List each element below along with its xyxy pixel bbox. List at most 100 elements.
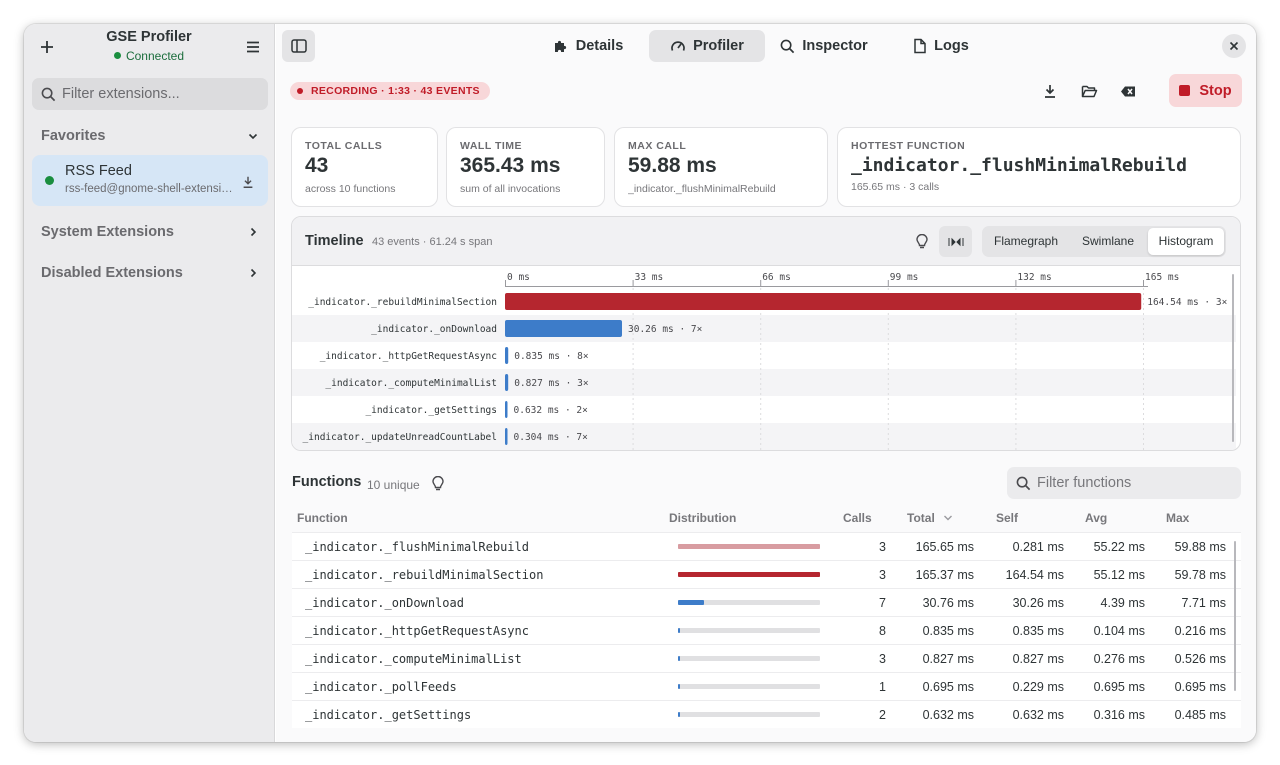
- calls-cell: 3: [879, 540, 886, 554]
- tab-profiler[interactable]: Profiler: [649, 30, 765, 62]
- x-tick-label: 33 ms: [635, 272, 664, 283]
- table-row[interactable]: _indicator._httpGetRequestAsync 8 0.835 ms…: [292, 616, 1241, 644]
- favorites-label: Favorites: [41, 128, 106, 144]
- card-label: HOTTEST FUNCTION: [851, 140, 966, 152]
- table-row[interactable]: _indicator._rebuildMinimalSection 3 165.37…: [292, 560, 1241, 588]
- card-label: MAX CALL: [628, 140, 687, 152]
- table-row[interactable]: _indicator._computeMinimalList 3 0.827 ms 0…: [292, 644, 1241, 672]
- self-cell: 0.835 ms: [1012, 624, 1064, 638]
- distribution-fill: [678, 544, 820, 549]
- app-title: GSE Profiler: [106, 29, 192, 45]
- clear-icon[interactable]: [1116, 79, 1140, 103]
- distribution-bar: [678, 628, 820, 633]
- favorites-section-header[interactable]: Favorites: [32, 121, 268, 151]
- status-text: Connected: [125, 49, 185, 63]
- functions-title: Functions: [292, 474, 362, 490]
- mode-histogram[interactable]: Histogram: [1148, 228, 1224, 255]
- series-label: _indicator._onDownload: [371, 324, 497, 335]
- download-icon[interactable]: [1038, 79, 1062, 103]
- col-calls[interactable]: Calls: [843, 504, 872, 532]
- histogram-bar: [505, 401, 508, 418]
- disabled-extensions-label: Disabled Extensions: [41, 265, 183, 281]
- table-row[interactable]: _indicator._flushMinimalRebuild 3 165.65 m…: [292, 532, 1241, 560]
- max-cell: 0.485 ms: [1174, 708, 1226, 722]
- max-call-card: MAX CALL 59.88 ms _indicator._flushMinim…: [614, 127, 828, 207]
- collapse-icon[interactable]: [939, 226, 972, 257]
- card-sub: 165.65 ms · 3 calls: [851, 181, 940, 193]
- max-cell: 7.71 ms: [1181, 596, 1226, 610]
- max-cell: 0.695 ms: [1174, 680, 1226, 694]
- sidebar: GSE Profiler Connected Filter extensions…: [24, 24, 275, 742]
- chevron-right-icon: [247, 267, 259, 279]
- system-extensions-section[interactable]: System Extensions: [32, 217, 268, 247]
- stop-button[interactable]: Stop: [1169, 74, 1242, 107]
- distribution-fill: [678, 656, 680, 661]
- distribution-fill: [678, 572, 820, 577]
- lightbulb-icon[interactable]: [909, 229, 935, 255]
- mode-swimlane[interactable]: Swimlane: [1070, 228, 1146, 255]
- series-label: _indicator._updateUnreadCountLabel: [303, 432, 497, 443]
- distribution-bar: [678, 712, 820, 717]
- mode-flamegraph[interactable]: Flamegraph: [986, 228, 1066, 255]
- total-cell: 0.695 ms: [922, 680, 974, 694]
- search-icon: [780, 39, 802, 54]
- table-row[interactable]: _indicator._onDownload 7 30.76 ms 30.26 ms 4…: [292, 588, 1241, 616]
- recording-badge: RECORDING · 1:33 · 43 EVENTS: [290, 82, 490, 100]
- extension-uuid: rss-feed@gnome-shell-extensions...: [65, 183, 233, 195]
- tab-profiler-label: Profiler: [693, 38, 744, 54]
- lightbulb-icon[interactable]: [431, 476, 445, 492]
- distribution-bar: [678, 544, 820, 549]
- timeline-mode-switch: Flamegraph Swimlane Histogram: [982, 226, 1226, 257]
- bar-value-label: 0.827 ms · 3×: [514, 378, 589, 389]
- calls-cell: 2: [879, 708, 886, 722]
- bar-value-label: 0.632 ms · 2×: [514, 405, 589, 416]
- download-icon[interactable]: [237, 171, 259, 193]
- calls-cell: 7: [879, 596, 886, 610]
- histogram-bar: [505, 374, 509, 391]
- folder-open-icon[interactable]: [1077, 79, 1101, 103]
- col-total[interactable]: Total: [907, 504, 953, 532]
- calls-cell: 8: [879, 624, 886, 638]
- avg-cell: 0.104 ms: [1093, 624, 1145, 638]
- add-icon[interactable]: [32, 32, 62, 62]
- total-cell: 30.76 ms: [922, 596, 974, 610]
- x-tick-label: 0 ms: [507, 272, 530, 283]
- menu-icon[interactable]: [238, 32, 268, 62]
- functions-count: 10 unique: [367, 478, 420, 492]
- bar-value-label: 164.54 ms · 3×: [1147, 297, 1227, 308]
- tab-inspector[interactable]: Inspector: [774, 30, 874, 62]
- sidebar-item-rss-feed[interactable]: RSS Feed rss-feed@gnome-shell-extensions…: [32, 155, 268, 206]
- self-cell: 0.281 ms: [1012, 540, 1064, 554]
- tab-details-label: Details: [575, 38, 624, 54]
- max-cell: 59.78 ms: [1174, 568, 1226, 582]
- function-search-input[interactable]: Filter functions: [1007, 467, 1241, 499]
- functions-scrollbar[interactable]: [1234, 541, 1236, 691]
- histogram-bar: [505, 428, 508, 445]
- function-name: _indicator._rebuildMinimalSection: [305, 568, 544, 582]
- close-icon[interactable]: [1222, 34, 1246, 58]
- table-row[interactable]: _indicator._getSettings 2 0.632 ms 0.632 ms…: [292, 700, 1241, 728]
- col-function[interactable]: Function: [297, 504, 348, 532]
- bar-value-label: 0.304 ms · 7×: [514, 432, 589, 443]
- col-distribution[interactable]: Distribution: [669, 504, 736, 532]
- col-avg[interactable]: Avg: [1085, 504, 1107, 532]
- distribution-fill: [678, 628, 680, 633]
- sidebar-toggle-icon[interactable]: [282, 30, 315, 62]
- function-name: _indicator._pollFeeds: [305, 680, 457, 694]
- col-self[interactable]: Self: [996, 504, 1018, 532]
- timeline-scrollbar[interactable]: [1232, 274, 1234, 442]
- x-tick-label: 66 ms: [762, 272, 791, 283]
- extension-search-input[interactable]: Filter extensions...: [32, 78, 268, 110]
- distribution-bar: [678, 684, 820, 689]
- col-total-label: Total: [907, 511, 935, 525]
- card-sub: _indicator._flushMinimalRebuild: [628, 183, 776, 195]
- tab-logs[interactable]: Logs: [901, 30, 981, 62]
- disabled-extensions-section[interactable]: Disabled Extensions: [32, 258, 268, 288]
- card-sub: across 10 functions: [305, 183, 396, 195]
- col-max[interactable]: Max: [1166, 504, 1189, 532]
- table-row[interactable]: _indicator._pollFeeds 1 0.695 ms 0.229 ms 0.…: [292, 672, 1241, 700]
- app-window: GSE Profiler Connected Filter extensions…: [24, 24, 1256, 742]
- series-label: _indicator._httpGetRequestAsync: [320, 351, 497, 362]
- tab-details[interactable]: Details: [538, 30, 638, 62]
- stop-icon: [1179, 85, 1191, 96]
